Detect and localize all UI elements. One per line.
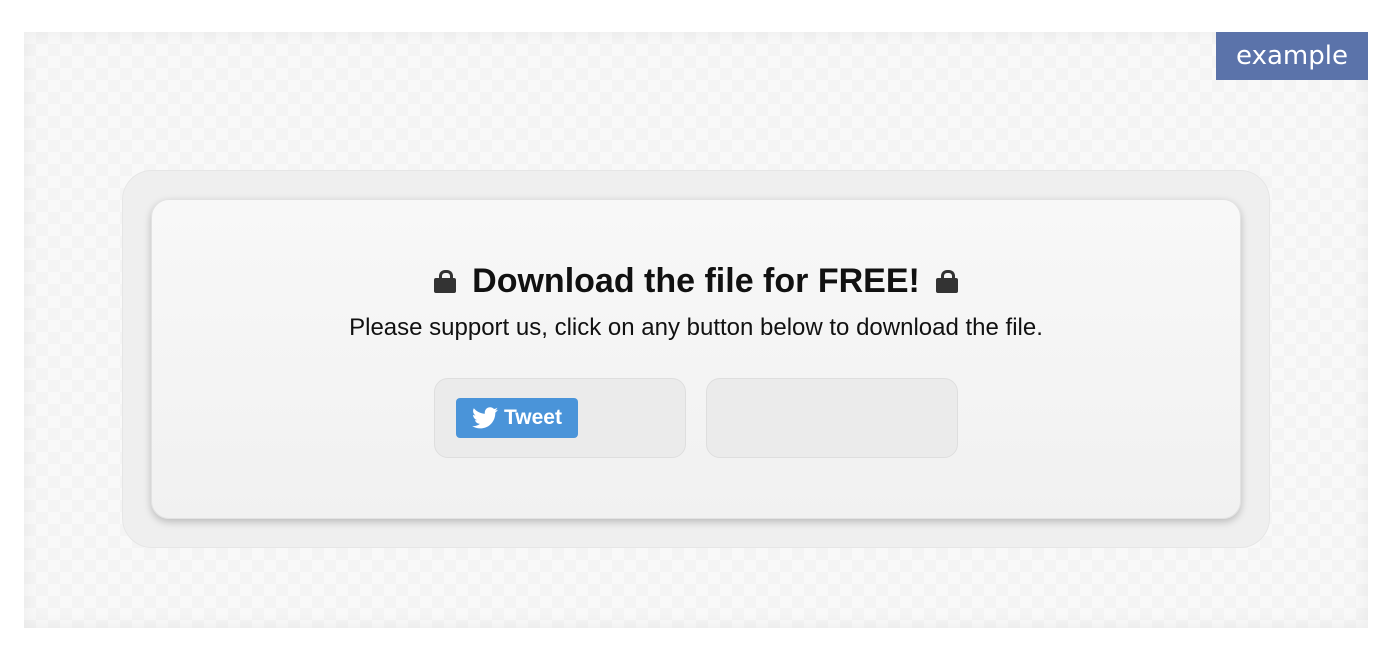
lock-icon <box>935 269 958 293</box>
content-locker-card: Download the file for FREE! Please suppo… <box>151 199 1241 519</box>
title-row: Download the file for FREE! <box>152 260 1240 302</box>
tweet-button-label: Tweet <box>504 406 562 429</box>
content-locker-frame: Download the file for FREE! Please suppo… <box>122 170 1270 548</box>
locker-title: Download the file for FREE! <box>472 261 920 300</box>
twitter-bird-icon <box>472 407 499 429</box>
share-slot-twitter: Tweet <box>434 378 686 458</box>
tweet-button[interactable]: Tweet <box>456 398 578 438</box>
example-tag: example <box>1216 32 1368 80</box>
share-slot-empty <box>706 378 958 458</box>
demo-stage: example Download the file for FREE! Plea… <box>24 32 1368 628</box>
locker-subtitle: Please support us, click on any button b… <box>349 314 1043 341</box>
lock-icon <box>434 269 457 293</box>
